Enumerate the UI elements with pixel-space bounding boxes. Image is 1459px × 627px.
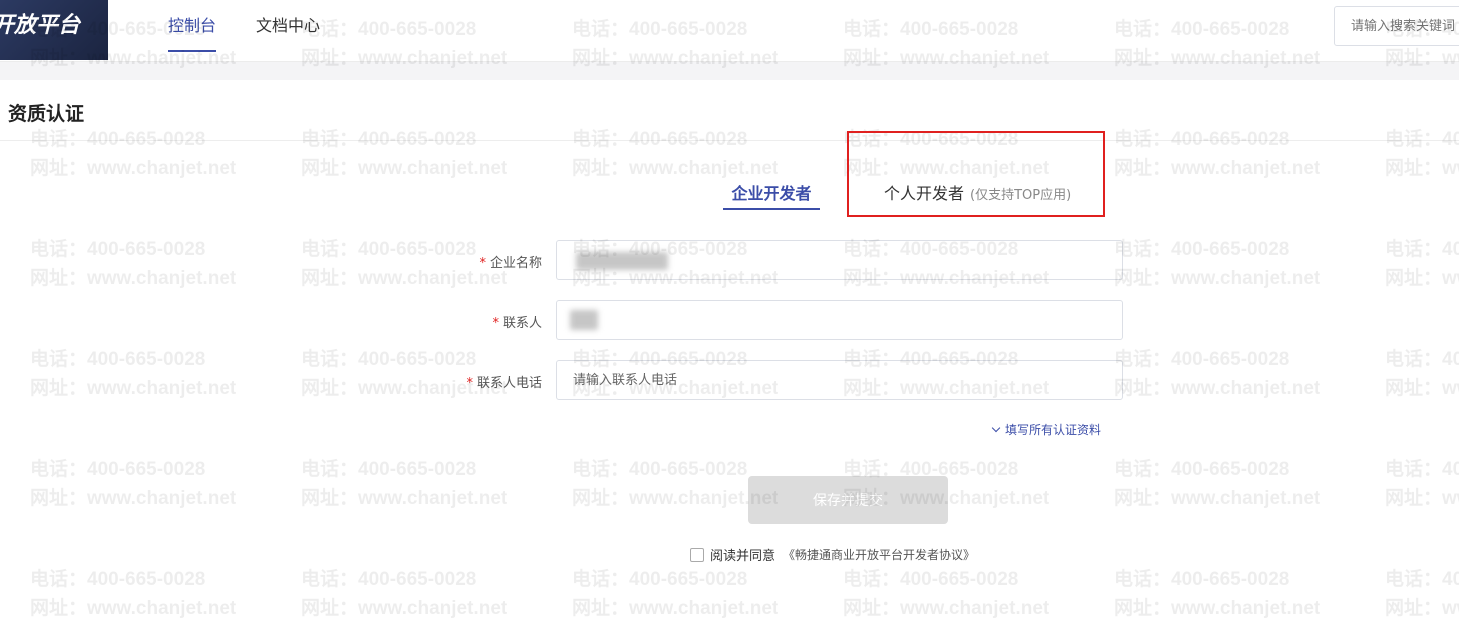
watermark-text: 电话：400-665-0028 网址：www.chanjet.net — [30, 345, 260, 403]
watermark-phone: 电话：400-665-0028 — [1114, 349, 1290, 370]
save-submit-button[interactable]: 保存并提交 — [748, 476, 948, 524]
watermark-text: 电话：400-665-0028 网址：www.chanjet.net — [30, 565, 260, 623]
watermark-text: 电话：400-665-0028 网址：www.chanjet.net — [1114, 235, 1344, 293]
watermark-text: 电话：400-665-0028网址：www.chanjet.net — [30, 125, 260, 183]
watermark-phone: 电话：400-665-0028 — [572, 569, 748, 590]
agree-checkbox[interactable] — [690, 547, 704, 562]
watermark-text: 电话：400-665-0028网址：www.chanjet.net — [843, 125, 1073, 183]
watermark-text: 电话：400-665-0028 网址：www.chanjet.net — [301, 455, 531, 513]
tab-personal-label: 个人开发者 — [884, 184, 965, 203]
logo-text: 开放平台 — [0, 13, 81, 38]
watermark-website: 网址：www.chanjet.net — [1114, 268, 1321, 289]
watermark-website: 网址：www.chanjet.net — [1114, 488, 1321, 509]
required-mark: * — [479, 256, 486, 271]
watermark-phone: 电话：400-665-0028 — [30, 459, 206, 480]
watermark-website: 网址：www.chanjet.net — [572, 598, 779, 619]
tab-enterprise-developer[interactable]: 企业开发者 — [723, 180, 820, 210]
watermark-phone: 电话：400-665-0028 — [30, 239, 206, 260]
watermark-text: 电话：400-665-0028 网址：www.chanjet.net — [1385, 345, 1459, 403]
tab-personal-note: (仅支持TOP应用) — [970, 188, 1072, 203]
watermark-text: 电话：400-665-0028 网址：www.chanjet.net — [572, 565, 802, 623]
nav-console[interactable]: 控制台 — [168, 16, 217, 52]
watermark-text: 电话：400-665-0028 网址：www.chanjet.net — [1385, 235, 1459, 293]
title-divider — [0, 140, 1459, 141]
contact-input[interactable] — [556, 300, 1123, 340]
contact-label: * 联系人 — [492, 316, 542, 331]
agreement-link[interactable]: 《畅捷通商业开放平台开发者协议》 — [783, 546, 975, 563]
company-name-label: * 企业名称 — [479, 256, 542, 271]
watermark-website: 网址：www.chanjet.net — [1385, 488, 1459, 509]
watermark-website: 网址：www.chanjet.net — [1114, 378, 1321, 399]
watermark-website: 网址：www.chanjet.net — [1385, 598, 1459, 619]
watermark-website: 网址：www.chanjet.net — [1385, 158, 1459, 179]
watermark-text: 电话：400-665-0028 网址：www.chanjet.net — [843, 565, 1073, 623]
watermark-text: 电话：400-665-0028 网址：www.chanjet.net — [1114, 565, 1344, 623]
watermark-website: 网址：www.chanjet.net — [843, 598, 1050, 619]
nav-docs[interactable]: 文档中心 — [256, 16, 320, 52]
obscured-value — [570, 310, 598, 330]
watermark-website: 网址：www.chanjet.net — [1114, 158, 1321, 179]
watermark-phone: 电话：400-665-0028 — [301, 569, 477, 590]
watermark-phone: 电话：400-665-0028 — [1385, 459, 1459, 480]
watermark-text: 电话：400-665-0028网址：www.chanjet.net — [1385, 125, 1459, 183]
contact-phone-label: * 联系人电话 — [466, 376, 542, 391]
watermark-phone: 电话：400-665-0028 — [1114, 569, 1290, 590]
watermark-text: 电话：400-665-0028 网址：www.chanjet.net — [1114, 345, 1344, 403]
watermark-website: 网址：www.chanjet.net — [30, 598, 237, 619]
tab-personal-developer[interactable]: 个人开发者 (仅支持TOP应用) — [884, 180, 1071, 210]
watermark-text: 电话：400-665-0028 网址：www.chanjet.net — [30, 235, 260, 293]
obscured-value — [576, 252, 668, 270]
agreement-row: 阅读并同意 《畅捷通商业开放平台开发者协议》 — [690, 545, 975, 564]
watermark-website: 网址：www.chanjet.net — [30, 268, 237, 289]
contact-phone-input[interactable] — [556, 360, 1123, 400]
watermark-website: 网址：www.chanjet.net — [843, 158, 1050, 179]
search-input[interactable] — [1334, 6, 1459, 46]
required-mark: * — [466, 376, 473, 391]
watermark-text: 电话：400-665-0028 网址：www.chanjet.net — [301, 565, 531, 623]
platform-logo[interactable]: 开放平台 — [0, 0, 108, 60]
expand-all-fields-link[interactable]: 填写所有认证资料 — [991, 421, 1101, 438]
watermark-phone: 电话：400-665-0028 — [301, 349, 477, 370]
watermark-phone: 电话：400-665-0028 — [1385, 239, 1459, 260]
watermark-phone: 电话：400-665-0028 — [843, 569, 1019, 590]
watermark-website: 网址：www.chanjet.net — [1385, 268, 1459, 289]
watermark-text: 电话：400-665-0028网址：www.chanjet.net — [572, 125, 802, 183]
watermark-phone: 电话：400-665-0028 — [30, 569, 206, 590]
watermark-phone: 电话：400-665-0028 — [1385, 349, 1459, 370]
required-mark: * — [492, 316, 499, 331]
header-shadow-band — [0, 62, 1459, 80]
watermark-text: 电话：400-665-0028 网址：www.chanjet.net — [1385, 455, 1459, 513]
watermark-website: 网址：www.chanjet.net — [1114, 598, 1321, 619]
watermark-website: 网址：www.chanjet.net — [30, 378, 237, 399]
watermark-website: 网址：www.chanjet.net — [301, 598, 508, 619]
watermark-website: 网址：www.chanjet.net — [301, 488, 508, 509]
watermark-phone: 电话：400-665-0028 — [1385, 569, 1459, 590]
watermark-text: 电话：400-665-0028网址：www.chanjet.net — [301, 125, 531, 183]
watermark-text: 电话：400-665-0028网址：www.chanjet.net — [1114, 125, 1344, 183]
watermark-website: 网址：www.chanjet.net — [30, 158, 237, 179]
top-header: 开放平台 控制台 文档中心 — [0, 0, 1459, 62]
watermark-phone: 电话：400-665-0028 — [301, 459, 477, 480]
watermark-text: 电话：400-665-0028 网址：www.chanjet.net — [1385, 565, 1459, 623]
watermark-phone: 电话：400-665-0028 — [30, 349, 206, 370]
watermark-text: 电话：400-665-0028 网址：www.chanjet.net — [30, 455, 260, 513]
watermark-phone: 电话：400-665-0028 — [1114, 239, 1290, 260]
page-title: 资质认证 — [8, 103, 85, 125]
watermark-text: 电话：400-665-0028 网址：www.chanjet.net — [1114, 455, 1344, 513]
chevron-down-icon — [991, 423, 1001, 433]
watermark-website: 网址：www.chanjet.net — [1385, 378, 1459, 399]
watermark-website: 网址：www.chanjet.net — [30, 488, 237, 509]
watermark-phone: 电话：400-665-0028 — [1114, 459, 1290, 480]
agree-text: 阅读并同意 — [710, 549, 776, 564]
watermark-website: 网址：www.chanjet.net — [572, 158, 779, 179]
watermark-website: 网址：www.chanjet.net — [301, 158, 508, 179]
